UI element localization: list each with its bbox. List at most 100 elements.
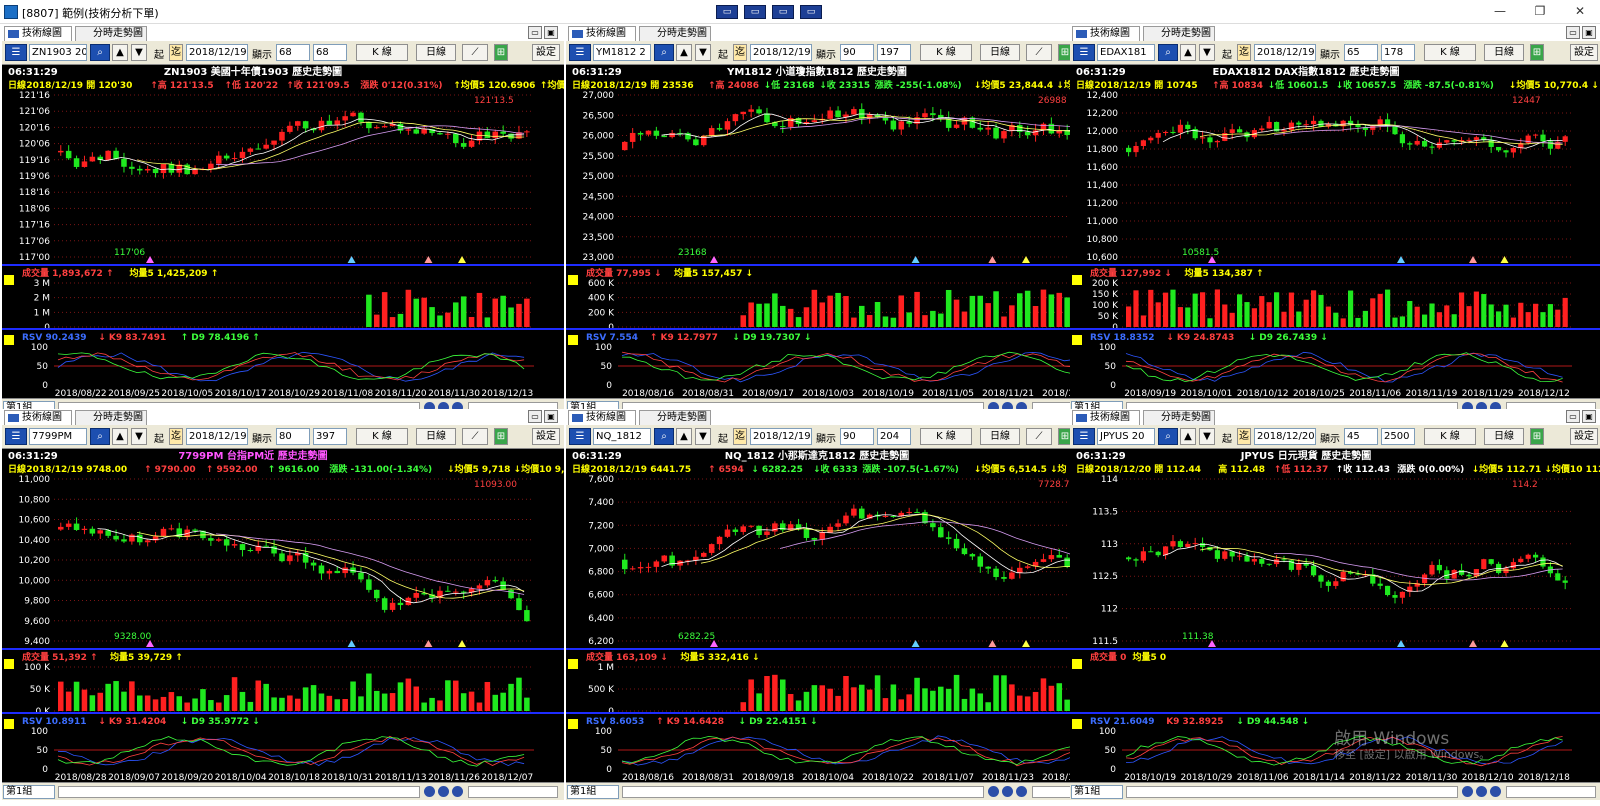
end-date-toggle[interactable]: 迄	[733, 44, 747, 61]
end-date-toggle[interactable]: 迄	[169, 428, 183, 445]
zoom-out-icon[interactable]	[1490, 786, 1501, 797]
zoom-in-icon[interactable]	[1002, 786, 1013, 797]
zoom-fit-icon[interactable]	[1462, 786, 1473, 797]
panel-menu-icon[interactable]: ☰	[5, 428, 27, 445]
group-select[interactable]: 第1組	[1071, 785, 1123, 799]
horizontal-scrollbar[interactable]	[58, 786, 420, 798]
down-arrow-button[interactable]: ▼	[695, 428, 711, 445]
date-input[interactable]: 2018/12/19	[1254, 44, 1316, 61]
up-arrow-button[interactable]: ▲	[112, 428, 128, 445]
date-input[interactable]: 2018/12/19	[186, 44, 248, 61]
period-dropdown[interactable]: 日線	[1484, 428, 1524, 445]
panel-menu-icon[interactable]: ☰	[569, 44, 591, 61]
symbol-input[interactable]: EDAX181	[1097, 44, 1155, 61]
export-icon[interactable]: ⊞	[494, 44, 508, 61]
draw-tool-icon[interactable]: ⟋	[1026, 428, 1052, 445]
panel-menu-icon[interactable]: ☰	[1073, 428, 1095, 445]
tab-technical-chart[interactable]: 技術線圖	[4, 26, 72, 41]
layout-button-1[interactable]: ▭	[716, 5, 738, 19]
kline-dropdown[interactable]: K 線	[1424, 44, 1476, 61]
down-arrow-button[interactable]: ▼	[131, 428, 147, 445]
settings-button[interactable]: 設定	[532, 428, 560, 445]
tab-technical-chart[interactable]: 技術線圖	[568, 26, 636, 41]
display-count-input[interactable]: 80	[276, 428, 310, 445]
search-icon[interactable]: ⌕	[1158, 44, 1178, 61]
total-count-input[interactable]: 197	[877, 44, 911, 61]
end-date-toggle[interactable]: 迄	[1237, 44, 1251, 61]
up-arrow-button[interactable]: ▲	[676, 428, 692, 445]
date-input[interactable]: 2018/12/20	[1254, 428, 1316, 445]
panel-menu-icon[interactable]: ☰	[569, 428, 591, 445]
search-icon[interactable]: ⌕	[654, 428, 674, 445]
up-arrow-button[interactable]: ▲	[1180, 44, 1196, 61]
horizontal-scrollbar[interactable]	[622, 786, 984, 798]
period-dropdown[interactable]: 日線	[416, 428, 456, 445]
end-date-toggle[interactable]: 迄	[733, 428, 747, 445]
zoom-scrollbar[interactable]	[1506, 786, 1596, 798]
maximize-panel-button[interactable]: ▣	[1582, 410, 1596, 423]
horizontal-scrollbar[interactable]	[1126, 786, 1458, 798]
tab-minute-chart[interactable]: 分時走勢圖	[1143, 26, 1215, 41]
tab-technical-chart[interactable]: 技術線圖	[568, 410, 636, 425]
total-count-input[interactable]: 204	[877, 428, 911, 445]
tab-minute-chart[interactable]: 分時走勢圖	[639, 26, 711, 41]
date-input[interactable]: 2018/12/19	[750, 428, 812, 445]
draw-tool-icon[interactable]: ⟋	[462, 44, 488, 61]
layout-button-4[interactable]: ▭	[800, 5, 822, 19]
period-dropdown[interactable]: 日線	[980, 44, 1020, 61]
tab-minute-chart[interactable]: 分時走勢圖	[75, 410, 147, 425]
tab-minute-chart[interactable]: 分時走勢圖	[1143, 410, 1215, 425]
display-count-input[interactable]: 90	[840, 44, 874, 61]
group-select[interactable]: 第1組	[567, 785, 619, 799]
layout-button-2[interactable]: ▭	[744, 5, 766, 19]
search-icon[interactable]: ⌕	[654, 44, 674, 61]
kline-dropdown[interactable]: K 線	[1424, 428, 1476, 445]
total-count-input[interactable]: 397	[313, 428, 347, 445]
tab-technical-chart[interactable]: 技術線圖	[4, 410, 72, 425]
end-date-toggle[interactable]: 迄	[1237, 428, 1251, 445]
export-icon[interactable]: ⊞	[1530, 428, 1544, 445]
zoom-fit-icon[interactable]	[424, 786, 435, 797]
display-count-input[interactable]: 45	[1344, 428, 1378, 445]
panel-menu-icon[interactable]: ☰	[5, 44, 27, 61]
down-arrow-button[interactable]: ▼	[1199, 428, 1215, 445]
up-arrow-button[interactable]: ▲	[112, 44, 128, 61]
display-count-input[interactable]: 90	[840, 428, 874, 445]
panel-menu-icon[interactable]: ☰	[1073, 44, 1095, 61]
symbol-input[interactable]: JPYUS 20	[1097, 428, 1155, 445]
export-icon[interactable]: ⊞	[1530, 44, 1544, 61]
kline-dropdown[interactable]: K 線	[356, 44, 408, 61]
down-arrow-button[interactable]: ▼	[131, 44, 147, 61]
down-arrow-button[interactable]: ▼	[695, 44, 711, 61]
kline-dropdown[interactable]: K 線	[920, 428, 972, 445]
search-icon[interactable]: ⌕	[90, 44, 110, 61]
maximize-panel-button[interactable]: ▣	[544, 410, 558, 423]
end-date-toggle[interactable]: 迄	[169, 44, 183, 61]
search-icon[interactable]: ⌕	[1158, 428, 1178, 445]
total-count-input[interactable]: 68	[313, 44, 347, 61]
down-arrow-button[interactable]: ▼	[1199, 44, 1215, 61]
zoom-out-icon[interactable]	[452, 786, 463, 797]
zoom-fit-icon[interactable]	[988, 786, 999, 797]
export-icon[interactable]: ⊞	[494, 428, 508, 445]
period-dropdown[interactable]: 日線	[980, 428, 1020, 445]
tab-technical-chart[interactable]: 技術線圖	[1072, 410, 1140, 425]
settings-button[interactable]: 設定	[532, 44, 560, 61]
maximize-panel-button[interactable]: ▣	[544, 26, 558, 39]
symbol-input[interactable]: NQ_1812	[593, 428, 651, 445]
kline-dropdown[interactable]: K 線	[356, 428, 408, 445]
draw-tool-icon[interactable]: ⟋	[462, 428, 488, 445]
zoom-in-icon[interactable]	[1476, 786, 1487, 797]
zoom-out-icon[interactable]	[1016, 786, 1027, 797]
date-input[interactable]: 2018/12/19	[750, 44, 812, 61]
up-arrow-button[interactable]: ▲	[676, 44, 692, 61]
maximize-panel-button[interactable]: ▣	[1582, 26, 1596, 39]
layout-button-3[interactable]: ▭	[772, 5, 794, 19]
settings-button[interactable]: 設定	[1570, 44, 1598, 61]
search-icon[interactable]: ⌕	[90, 428, 110, 445]
zoom-scrollbar[interactable]	[468, 786, 558, 798]
restore-panel-button[interactable]: ▭	[528, 410, 542, 423]
minimize-button[interactable]: —	[1480, 0, 1520, 24]
period-dropdown[interactable]: 日線	[416, 44, 456, 61]
total-count-input[interactable]: 2500	[1381, 428, 1415, 445]
